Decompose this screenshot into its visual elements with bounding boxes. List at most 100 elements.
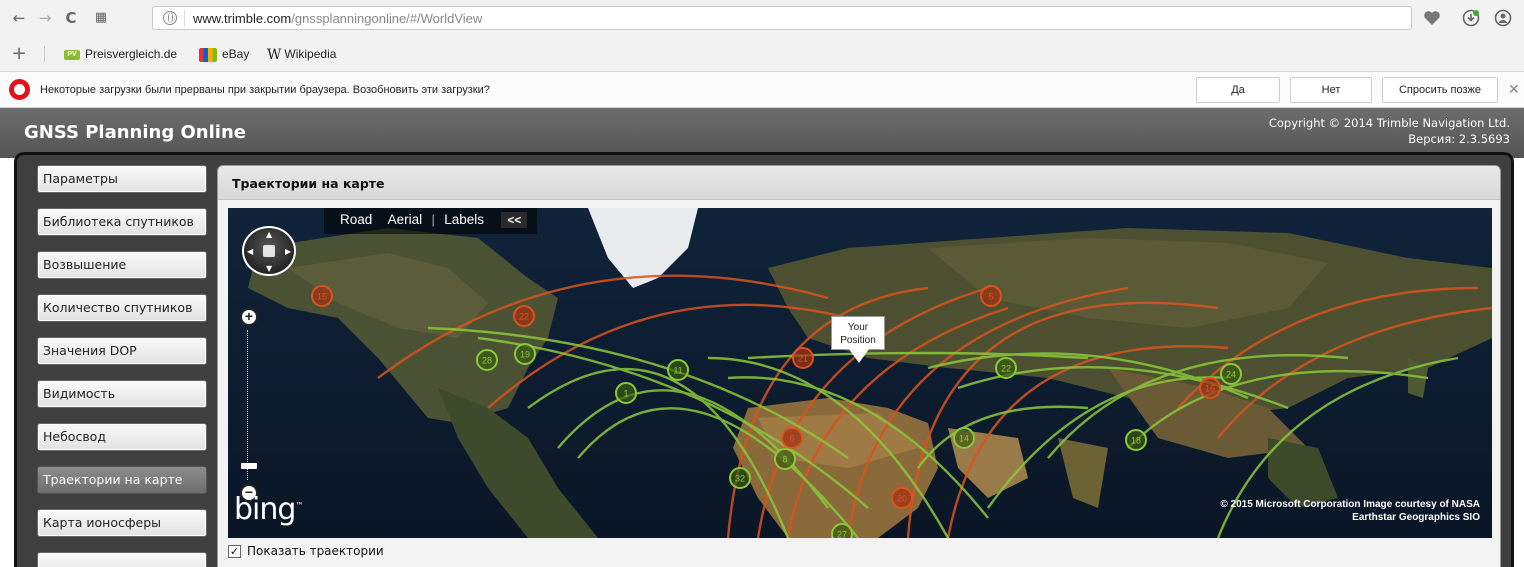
zoom-in-icon[interactable]: + bbox=[240, 308, 258, 326]
satellite-id-label: 1 bbox=[623, 389, 628, 399]
satellite-marker-8[interactable]: 8 bbox=[774, 448, 796, 470]
satellite-marker-16[interactable]: 16 bbox=[1199, 377, 1221, 399]
satellite-marker-24[interactable]: 24 bbox=[1220, 363, 1242, 385]
content-panel: Траектории на карте 15 22 28 19 1 11 21 … bbox=[217, 165, 1501, 567]
bookmark-label: Wikipedia bbox=[284, 47, 337, 62]
account-icon[interactable] bbox=[1494, 9, 1512, 27]
url-path: /gnssplanningonline/#/WorldView bbox=[291, 11, 483, 26]
map-style-nav: Road Aerial | Labels << bbox=[324, 208, 538, 234]
pan-center[interactable] bbox=[263, 245, 275, 257]
satellite-marker-11[interactable]: 11 bbox=[667, 359, 689, 381]
panel-title: Траектории на карте bbox=[232, 176, 385, 191]
url-text[interactable]: www.trimble.com/gnssplanningonline/#/Wor… bbox=[193, 11, 482, 26]
satellite-id-label: 11 bbox=[673, 366, 682, 376]
pan-right-icon[interactable]: ▶ bbox=[285, 247, 291, 256]
satellite-id-label: 16 bbox=[1205, 384, 1215, 394]
satellite-marker-27[interactable]: 27 bbox=[831, 523, 853, 539]
app-header: GNSS Planning Online Copyright © 2014 Tr… bbox=[0, 108, 1524, 158]
preisvergleich-icon: PV bbox=[64, 49, 80, 60]
satellite-marker-15[interactable]: 15 bbox=[311, 285, 333, 307]
satellite-id-label: 21 bbox=[798, 354, 808, 364]
speed-dial-icon[interactable]: ▦ bbox=[92, 9, 110, 27]
bookmark-label: Preisvergleich.de bbox=[85, 47, 178, 61]
satellite-marker-18[interactable]: 18 bbox=[1125, 429, 1147, 451]
show-trajectories-toggle[interactable]: ✓ Показать траектории bbox=[228, 544, 384, 558]
checkbox-icon[interactable]: ✓ bbox=[228, 545, 241, 558]
satellite-marker-22[interactable]: 22 bbox=[513, 305, 535, 327]
your-position-pin[interactable]: Your Position bbox=[831, 316, 885, 372]
add-bookmark-icon[interactable]: + bbox=[10, 45, 28, 63]
satellite-id-label: 15 bbox=[317, 292, 327, 302]
satellite-markers: 152228191112152216246814 18322027 bbox=[311, 285, 1242, 539]
satellite-id-label: 19 bbox=[520, 350, 530, 360]
satellite-marker-20[interactable]: 20 bbox=[891, 487, 913, 509]
satellite-marker-6[interactable]: 6 bbox=[781, 427, 803, 449]
pan-down-icon[interactable]: ▼ bbox=[266, 264, 272, 273]
satellite-marker-21[interactable]: 21 bbox=[792, 347, 814, 369]
sidebar-item-dop-values[interactable]: Значения DOP bbox=[37, 337, 207, 365]
close-icon[interactable]: ✕ bbox=[1508, 81, 1520, 98]
bookmark-ebay[interactable]: eBay bbox=[199, 47, 249, 62]
yes-button[interactable]: Да bbox=[1196, 77, 1280, 103]
sidebar-item-sky-plot[interactable]: Небосвод bbox=[37, 423, 207, 451]
position-box: Your Position bbox=[831, 316, 885, 350]
reload-icon[interactable]: C bbox=[62, 9, 80, 27]
satellite-marker-1[interactable]: 1 bbox=[615, 382, 637, 404]
no-button[interactable]: Нет bbox=[1290, 77, 1372, 103]
collapse-nav-button[interactable]: << bbox=[501, 212, 528, 228]
forward-icon[interactable]: → bbox=[36, 9, 54, 27]
satellite-marker-5[interactable]: 5 bbox=[980, 285, 1002, 307]
satellite-id-label: 28 bbox=[482, 356, 492, 366]
opera-logo-icon bbox=[9, 79, 30, 100]
sidebar-item-satellite-library[interactable]: Библиотека спутников bbox=[37, 208, 207, 236]
aerial-link[interactable]: Aerial bbox=[388, 208, 423, 232]
satellite-id-label: 27 bbox=[837, 530, 847, 539]
road-link[interactable]: Road bbox=[340, 208, 372, 232]
pan-control[interactable]: ▲ ▼ ◀ ▶ bbox=[242, 226, 296, 276]
wikipedia-icon: W bbox=[267, 47, 282, 63]
download-icon[interactable] bbox=[1462, 9, 1480, 27]
bookmark-divider bbox=[44, 46, 45, 62]
satellite-marker-19[interactable]: 19 bbox=[514, 343, 536, 365]
copyright-block: Copyright © 2014 Trimble Navigation Ltd.… bbox=[1269, 115, 1510, 147]
heart-icon[interactable] bbox=[1423, 9, 1441, 27]
world-map[interactable]: 15 22 28 19 1 11 21 5 22 16 24 6 8 14 18 32 20 27 Road Ae… bbox=[228, 208, 1492, 538]
bing-logo: bing™ bbox=[234, 492, 303, 527]
sidebar-item-visibility[interactable]: Видимость bbox=[37, 380, 207, 408]
site-info-icon[interactable] bbox=[163, 11, 177, 25]
satellite-marker-22[interactable]: 22 bbox=[995, 357, 1017, 379]
sidebar-item-more[interactable] bbox=[37, 552, 207, 567]
sidebar-item-elevation[interactable]: Возвышение bbox=[37, 251, 207, 279]
satellite-marker-32[interactable]: 32 bbox=[729, 467, 751, 489]
satellite-id-label: 22 bbox=[519, 312, 529, 322]
satellite-marker-28[interactable]: 28 bbox=[476, 349, 498, 371]
app-title: GNSS Planning Online bbox=[24, 122, 246, 143]
satellite-marker-14[interactable]: 14 bbox=[953, 427, 975, 449]
pan-up-icon[interactable]: ▲ bbox=[266, 230, 272, 239]
address-bar[interactable]: www.trimble.com/gnssplanningonline/#/Wor… bbox=[152, 6, 1412, 30]
sidebar-item-ionosphere-map[interactable]: Карта ионосферы bbox=[37, 509, 207, 537]
bookmark-wikipedia[interactable]: W Wikipedia bbox=[267, 47, 336, 63]
zoom-track[interactable] bbox=[247, 330, 251, 480]
zoom-slider-thumb[interactable] bbox=[241, 463, 257, 469]
back-icon[interactable]: ← bbox=[10, 9, 28, 27]
bookmark-label: eBay bbox=[222, 47, 250, 61]
sidebar-item-world-view[interactable]: Траектории на карте bbox=[37, 466, 207, 494]
satellite-id-label: 6 bbox=[789, 434, 794, 444]
zoom-control: + − bbox=[240, 308, 262, 502]
bookmark-preisvergleich[interactable]: PV Preisvergleich.de bbox=[64, 47, 177, 61]
labels-link[interactable]: Labels bbox=[444, 208, 484, 232]
url-host: www.trimble.com bbox=[193, 11, 292, 26]
satellite-id-label: 5 bbox=[988, 292, 993, 302]
browser-toolbar: ← → C ▦ www.trimble.com/gnssplanningonli… bbox=[0, 0, 1524, 36]
satellite-id-label: 32 bbox=[735, 474, 745, 484]
sidebar-item-satellite-count[interactable]: Количество спутников bbox=[37, 294, 207, 322]
sidebar-item-parameters[interactable]: Параметры bbox=[37, 165, 207, 193]
ask-later-button[interactable]: Спросить позже bbox=[1382, 77, 1498, 103]
satellite-id-label: 18 bbox=[1131, 436, 1141, 446]
app-body: Параметры Библиотека спутников Возвышени… bbox=[14, 152, 1514, 567]
satellite-id-label: 24 bbox=[1226, 370, 1236, 380]
pan-left-icon[interactable]: ◀ bbox=[247, 247, 253, 256]
url-divider bbox=[184, 10, 185, 26]
position-label-line2: Position bbox=[840, 335, 876, 346]
